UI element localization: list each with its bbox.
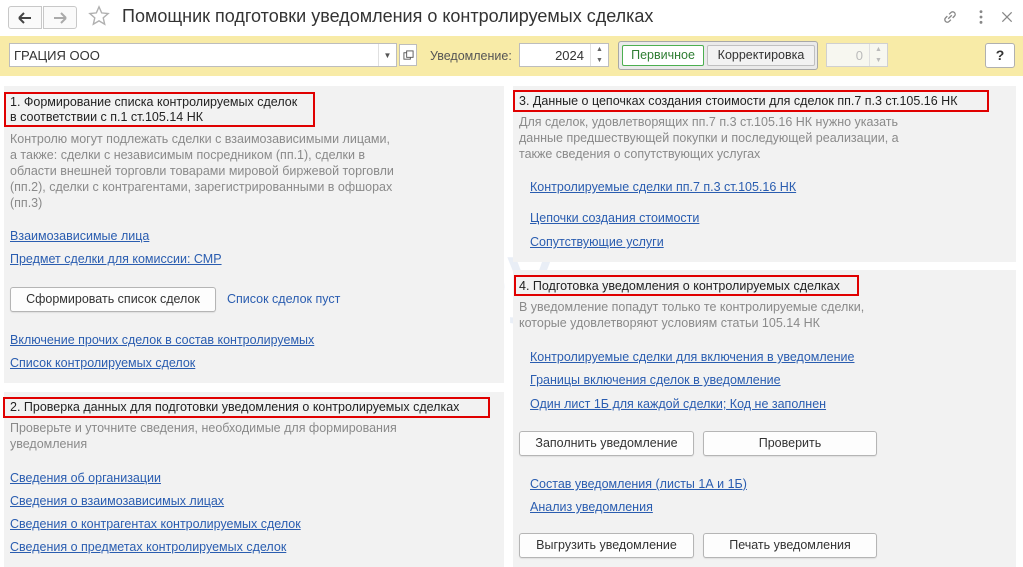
- section-1-title-line1: 1. Формирование списка контролируемых сд…: [10, 95, 298, 109]
- section-3-title: 3. Данные о цепочках создания стоимости …: [519, 94, 958, 108]
- deals-list-status: Список сделок пуст: [227, 292, 341, 306]
- fill-notice-button[interactable]: Заполнить уведомление: [519, 431, 694, 456]
- desc-line: уведомления: [10, 437, 88, 451]
- related-parties-link[interactable]: Взаимозависимые лица: [10, 229, 149, 243]
- organization-field[interactable]: ГРАЦИЯ ООО ▼: [9, 43, 397, 67]
- help-button[interactable]: ?: [985, 43, 1015, 68]
- print-notice-button[interactable]: Печать уведомления: [703, 533, 877, 558]
- org-info-link[interactable]: Сведения об организации: [10, 471, 161, 485]
- desc-line: данные предшествующей покупки и последую…: [519, 131, 899, 145]
- value-chains-link[interactable]: Цепочки создания стоимости: [530, 211, 699, 225]
- section-1-title-line2: в соответствии с п.1 ст.105.14 НК: [10, 110, 203, 124]
- primary-type-button[interactable]: Первичное: [622, 45, 704, 66]
- notice-analysis-link[interactable]: Анализ уведомления: [530, 500, 653, 514]
- more-icon[interactable]: [972, 8, 990, 26]
- related-services-link[interactable]: Сопутствующие услуги: [530, 235, 664, 249]
- spin-down-icon[interactable]: ▼: [591, 55, 608, 66]
- desc-line: Для сделок, удовлетворящих пп.7 п.3 ст.1…: [519, 115, 898, 129]
- counterparties-info-link[interactable]: Сведения о контрагентах контролируемых с…: [10, 517, 301, 531]
- year-input[interactable]: 2024 ▲ ▼: [519, 43, 609, 67]
- desc-line: области внешней торговли товарами мирово…: [10, 164, 394, 178]
- form-deals-list-button[interactable]: Сформировать список сделок: [10, 287, 216, 312]
- section-4-title: 4. Подготовка уведомления о контролируем…: [519, 279, 840, 293]
- notice-label: Уведомление:: [430, 49, 512, 63]
- spin-up-icon[interactable]: ▲: [870, 44, 887, 55]
- chevron-down-icon[interactable]: ▼: [378, 44, 396, 66]
- page-title: Помощник подготовки уведомления о контро…: [122, 6, 654, 26]
- desc-line: В уведомление попадут только те контроли…: [519, 300, 865, 314]
- desc-line: также сведения о сопутствующих услугах: [519, 147, 761, 161]
- link-icon[interactable]: [941, 8, 959, 26]
- section-1-title: 1. Формирование списка контролируемых сд…: [10, 95, 297, 125]
- notice-composition-link[interactable]: Состав уведомления (листы 1А и 1Б): [530, 477, 747, 491]
- deal-subject-link[interactable]: Предмет сделки для комиссии: СМР: [10, 252, 222, 266]
- controlled-deals-list-link[interactable]: Список контролируемых сделок: [10, 356, 195, 370]
- desc-line: которые удовлетворяют условиям статьи 10…: [519, 316, 820, 330]
- deals-for-notice-link[interactable]: Контролируемые сделки для включения в ув…: [530, 350, 854, 364]
- desc-line: Проверьте и уточните сведения, необходим…: [10, 421, 397, 435]
- close-icon[interactable]: [998, 8, 1016, 26]
- deal-subjects-info-link[interactable]: Сведения о предметах контролируемых сдел…: [10, 540, 286, 554]
- deals-pp7-link[interactable]: Контролируемые сделки пп.7 п.3 ст.105.16…: [530, 180, 796, 194]
- year-value: 2024: [555, 48, 584, 63]
- desc-line: (пп.2), сделки с контрагентами, зарегист…: [10, 180, 393, 194]
- spin-down-icon[interactable]: ▼: [870, 55, 887, 66]
- desc-line: а также: сделки с независимым посреднико…: [10, 148, 366, 162]
- desc-line: Контролю могут подлежать сделки с взаимо…: [10, 132, 390, 146]
- back-arrow-icon: [18, 11, 31, 24]
- correction-number-value: 0: [855, 48, 863, 63]
- back-button[interactable]: [8, 6, 42, 29]
- title-bar: Помощник подготовки уведомления о контро…: [0, 0, 1023, 36]
- star-icon[interactable]: [88, 5, 110, 27]
- check-button[interactable]: Проверить: [703, 431, 877, 456]
- upload-notice-button[interactable]: Выгрузить уведомление: [519, 533, 694, 558]
- correction-number-input[interactable]: 0 ▲ ▼: [826, 43, 888, 67]
- section-2-title: 2. Проверка данных для подготовки уведом…: [10, 400, 460, 414]
- section-2-description: Проверьте и уточните сведения, необходим…: [10, 420, 500, 452]
- section-3-description: Для сделок, удовлетворящих пп.7 п.3 ст.1…: [519, 114, 1009, 162]
- spin-up-icon[interactable]: ▲: [591, 44, 608, 55]
- forward-arrow-icon: [54, 11, 67, 24]
- year-stepper[interactable]: ▲ ▼: [590, 44, 608, 66]
- correction-type-button[interactable]: Корректировка: [707, 45, 815, 66]
- include-other-deals-link[interactable]: Включение прочих сделок в состав контрол…: [10, 333, 314, 347]
- correction-stepper[interactable]: ▲ ▼: [869, 44, 887, 66]
- open-window-icon: [402, 49, 414, 60]
- organization-value: ГРАЦИЯ ООО: [14, 48, 100, 63]
- section-4-description: В уведомление попадут только те контроли…: [519, 299, 1009, 331]
- open-organization-button[interactable]: [399, 44, 417, 66]
- inclusion-bounds-link[interactable]: Границы включения сделок в уведомление: [530, 373, 781, 387]
- notice-type-switch: Первичное Корректировка: [618, 41, 818, 70]
- section-1-description: Контролю могут подлежать сделки с взаимо…: [10, 131, 500, 211]
- sheet-1b-setting-link[interactable]: Один лист 1Б для каждой сделки; Код не з…: [530, 397, 826, 411]
- desc-line: (пп.3): [10, 196, 43, 210]
- related-parties-info-link[interactable]: Сведения о взаимозависимых лицах: [10, 494, 224, 508]
- forward-button[interactable]: [43, 6, 77, 29]
